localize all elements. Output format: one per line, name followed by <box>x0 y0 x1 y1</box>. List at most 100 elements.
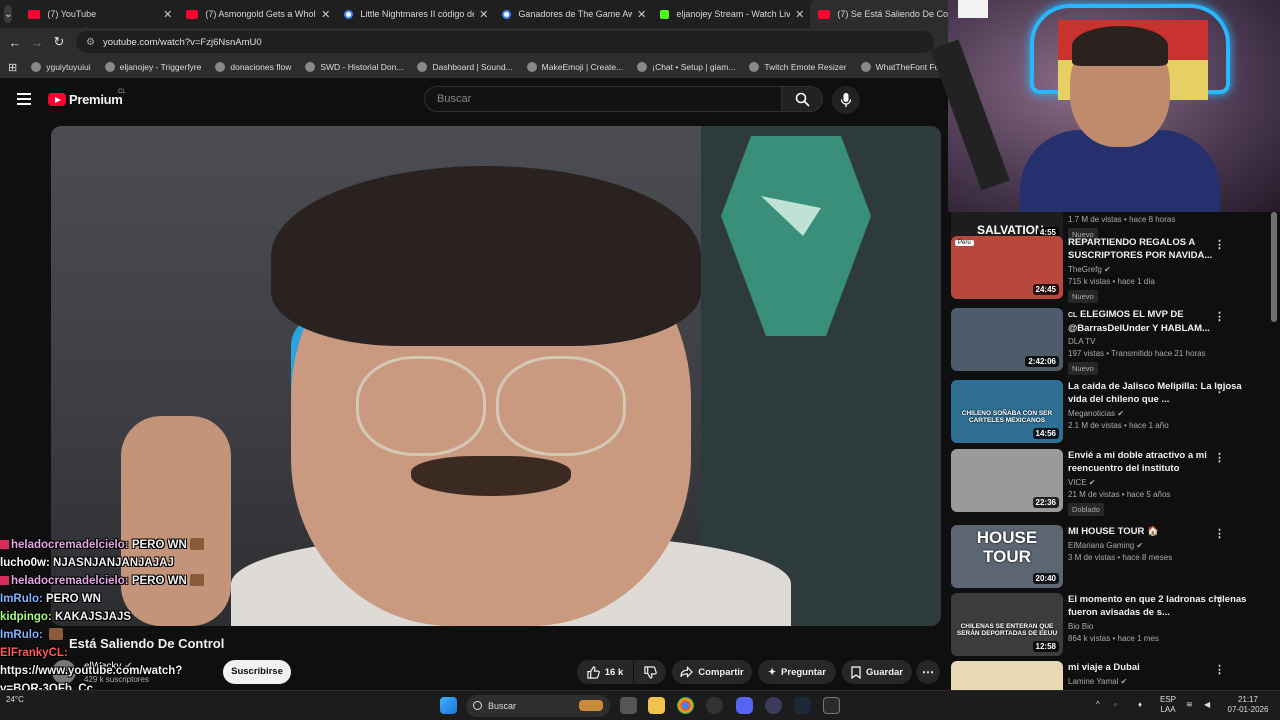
apps-grid-icon[interactable]: ⊞ <box>8 61 17 74</box>
browser-tab[interactable]: Little Nightmares II código de ✕ <box>336 0 494 28</box>
video-title[interactable]: Envié a mi doble atractivo a mi reencuen… <box>1068 449 1258 475</box>
menu-hamburger-icon[interactable] <box>17 93 31 105</box>
video-thumbnail[interactable]: Perú 24:45 <box>951 236 1063 299</box>
bookmark-item[interactable]: eljanojey - Triggerfyre <box>104 62 201 72</box>
video-title[interactable]: CL ELEGIMOS EL MVP DE @BarrasDelUnder Y … <box>1068 308 1258 334</box>
network-icon[interactable]: ◦ <box>1114 700 1117 710</box>
bookmark-item[interactable]: MakeEmoji | Create... <box>526 62 623 72</box>
more-options-icon[interactable]: ⋮ <box>1214 382 1225 395</box>
language-indicator[interactable]: ESP LAA <box>1160 695 1176 715</box>
video-title[interactable]: MI HOUSE TOUR 🏠 <box>1068 525 1258 538</box>
discord-icon[interactable] <box>736 697 753 714</box>
steam-icon[interactable] <box>794 697 811 714</box>
browser-tab[interactable]: (7) YouTube ✕ <box>20 0 178 28</box>
close-tab-icon[interactable]: ✕ <box>163 8 172 21</box>
youtube-logo-icon[interactable] <box>48 93 66 106</box>
video-thumbnail[interactable]: 22:36 <box>951 449 1063 512</box>
search-input[interactable]: Buscar <box>424 86 782 112</box>
task-view-icon[interactable] <box>620 697 637 714</box>
more-actions-button[interactable]: ⋯ <box>916 660 940 684</box>
microphone-tray-icon[interactable]: ♦ <box>1138 700 1142 710</box>
channel-name-text: Lamine Yamal <box>1068 677 1119 686</box>
more-options-icon[interactable]: ⋮ <box>1214 663 1225 676</box>
video-thumbnail[interactable]: DUBAI <box>951 661 1063 690</box>
bookmark-item[interactable]: SWD - Historial Don... <box>305 62 403 72</box>
chat-username: kidpingo: <box>0 611 52 623</box>
video-info: La caída de Jalisco Melipilla: La lujosa… <box>1068 380 1258 430</box>
close-tab-icon[interactable]: ✕ <box>795 8 804 21</box>
screen: ⌄ (7) YouTube✕(7) Asmongold Gets a Whole… <box>0 0 1280 720</box>
video-thumbnail[interactable]: CHILENO SOÑABA CON SER CARTELES MEXICANO… <box>951 380 1063 443</box>
windows-start-icon[interactable] <box>440 697 457 714</box>
bookmark-item[interactable]: Twitch Emote Resizer <box>749 62 847 72</box>
app-icon[interactable] <box>765 697 782 714</box>
bookmark-item[interactable]: Dashboard | Sound... <box>417 62 513 72</box>
dislike-button[interactable] <box>634 660 666 684</box>
reload-icon[interactable]: ↻ <box>48 34 70 50</box>
search-button[interactable] <box>781 86 823 112</box>
channel-name[interactable]: DLA TV <box>1068 337 1258 346</box>
video-title-text: mi viaje a Dubai <box>1068 662 1140 673</box>
tab-search-chevron-icon[interactable]: ⌄ <box>4 5 13 23</box>
bookmark-favicon <box>305 62 316 72</box>
like-button[interactable]: 16 k <box>577 660 633 684</box>
bookmark-item[interactable]: ¡Chat • Setup | giam... <box>637 62 735 72</box>
wifi-icon[interactable]: ≋ <box>1186 700 1193 710</box>
bookmark-item[interactable]: yguiytuyuiui <box>31 62 91 72</box>
more-options-icon[interactable]: ⋮ <box>1214 310 1225 323</box>
video-title[interactable]: El momento en que 2 ladronas chilenas fu… <box>1068 593 1258 619</box>
settings-icon[interactable] <box>706 697 723 714</box>
separator: • <box>1121 215 1130 224</box>
search-highlight-icon <box>579 700 603 711</box>
more-options-icon[interactable]: ⋮ <box>1214 451 1225 464</box>
close-tab-icon[interactable]: ✕ <box>479 8 488 21</box>
video-title[interactable]: La caída de Jalisco Melipilla: La lujosa… <box>1068 380 1258 406</box>
ask-button[interactable]: ✦ Preguntar <box>758 660 836 684</box>
video-thumbnail[interactable]: 2:42:06 <box>951 308 1063 371</box>
tray-chevron-icon[interactable]: ^ <box>1096 700 1100 710</box>
site-info-icon[interactable]: ⚙ <box>86 37 95 48</box>
chat-message: ImRulo: PERO WN <box>0 590 300 608</box>
back-arrow-icon[interactable]: ← <box>4 35 26 50</box>
youtube-brand[interactable]: Premium <box>69 92 123 107</box>
file-explorer-icon[interactable] <box>648 697 665 714</box>
channel-name[interactable]: ElMariana Gaming ✔ <box>1068 541 1258 550</box>
youtube-favicon <box>28 9 41 19</box>
browser-tab[interactable]: (7) Asmongold Gets a Wholeso ✕ <box>178 0 336 28</box>
share-button[interactable]: Compartir <box>672 660 752 684</box>
clock[interactable]: 21:17 07-01-2026 <box>1224 695 1272 715</box>
voice-search-button[interactable] <box>832 86 860 114</box>
bookmark-favicon <box>31 62 42 72</box>
video-thumbnail[interactable]: HOUSE TOUR 20:40 <box>951 525 1063 588</box>
video-title[interactable]: mi viaje a Dubai <box>1068 661 1258 674</box>
epic-games-icon[interactable] <box>823 697 840 714</box>
channel-name[interactable]: Meganoticias ✔ <box>1068 409 1258 418</box>
sidebar-scrollbar[interactable] <box>1271 212 1277 322</box>
video-title[interactable]: REPARTIENDO REGALOS A SUSCRIPTORES POR N… <box>1068 236 1258 262</box>
close-tab-icon[interactable]: ✕ <box>637 8 646 21</box>
channel-name[interactable]: Bio Bio <box>1068 622 1258 631</box>
close-tab-icon[interactable]: ✕ <box>321 8 330 21</box>
video-duration: 22:36 <box>1032 497 1059 508</box>
save-button[interactable]: Guardar <box>842 660 912 684</box>
url-bar[interactable]: ⚙ youtube.com/watch?v=Fzj6NsnAmU0 <box>76 31 934 53</box>
chrome-icon[interactable] <box>677 697 694 714</box>
channel-name[interactable]: VICE ✔ <box>1068 478 1258 487</box>
forward-arrow-icon[interactable]: → <box>26 35 48 50</box>
video-thumbnail[interactable]: CHILENAS SE ENTERAN QUE SERÁN DEPORTADAS… <box>951 593 1063 656</box>
chat-username: ElFrankyCL: <box>0 647 68 659</box>
browser-tab[interactable]: eljanojey Stream - Watch Live o ✕ <box>652 0 810 28</box>
more-options-icon[interactable]: ⋮ <box>1214 595 1225 608</box>
volume-icon[interactable]: ◀ <box>1204 700 1210 710</box>
browser-tab[interactable]: (7) Se Está Saliendo De Contro✕ <box>810 0 969 28</box>
more-options-icon[interactable]: ⋮ <box>1214 527 1225 540</box>
verified-icon: ✔ <box>1115 409 1125 418</box>
channel-name[interactable]: TheGrefg ✔ <box>1068 265 1258 274</box>
chat-message: heladocremadelcielo: PERO WN <box>0 572 300 590</box>
bookmark-label: donaciones flow <box>230 62 292 72</box>
more-options-icon[interactable]: ⋮ <box>1214 238 1225 251</box>
bookmark-item[interactable]: donaciones flow <box>215 62 291 72</box>
channel-name[interactable]: Lamine Yamal ✔ <box>1068 677 1258 686</box>
weather-widget[interactable]: 24°C <box>6 695 24 704</box>
browser-tab[interactable]: Ganadores de The Game Award ✕ <box>494 0 652 28</box>
